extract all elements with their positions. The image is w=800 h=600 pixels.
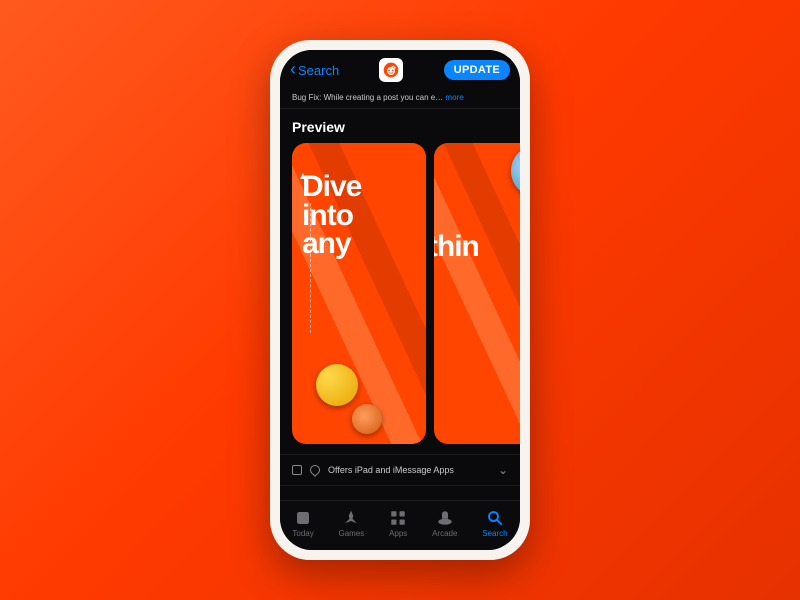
app-icon[interactable] bbox=[379, 58, 403, 82]
tab-search[interactable]: Search bbox=[482, 509, 507, 538]
arcade-icon bbox=[436, 509, 454, 527]
tab-apps[interactable]: Apps bbox=[389, 509, 407, 538]
card-2-headline: thin bbox=[434, 233, 520, 262]
avatar-bubble bbox=[316, 364, 358, 406]
apps-icon bbox=[389, 509, 407, 527]
release-notes-text: Bug Fix: While creating a post you can e… bbox=[292, 93, 443, 102]
section-fade bbox=[280, 486, 520, 500]
update-button[interactable]: UPDATE bbox=[444, 60, 510, 80]
phone-frame: ‹ Search UPDATE Bug Fix: While c bbox=[270, 40, 530, 560]
release-notes-line[interactable]: Bug Fix: While creating a post you can e… bbox=[280, 90, 520, 109]
chevron-down-icon: ⌄ bbox=[498, 463, 508, 477]
imessage-icon bbox=[310, 465, 320, 475]
tab-label: Games bbox=[339, 529, 365, 538]
preview-card-1[interactable]: ▲ Dive into any bbox=[292, 143, 426, 444]
preview-carousel[interactable]: ▲ Dive into any thin r/ bbox=[280, 143, 520, 454]
offers-text: Offers iPad and iMessage Apps bbox=[328, 465, 454, 475]
search-icon bbox=[486, 509, 504, 527]
preview-heading: Preview bbox=[280, 109, 520, 143]
chevron-left-icon: ‹ bbox=[290, 60, 296, 78]
tab-today[interactable]: Today bbox=[292, 509, 313, 538]
back-label: Search bbox=[298, 63, 339, 78]
tab-label: Today bbox=[292, 529, 313, 538]
stripe-decor bbox=[434, 143, 520, 444]
card-1-headline: Dive into any bbox=[302, 173, 422, 259]
ipad-icon bbox=[292, 465, 302, 475]
tab-games[interactable]: Games bbox=[339, 509, 365, 538]
today-icon bbox=[294, 509, 312, 527]
avatar-bubble bbox=[352, 404, 382, 434]
tab-label: Apps bbox=[389, 529, 407, 538]
tab-label: Arcade bbox=[432, 529, 457, 538]
preview-card-2[interactable]: thin r/ bbox=[434, 143, 520, 444]
games-icon bbox=[342, 509, 360, 527]
more-link[interactable]: more bbox=[445, 93, 463, 102]
navbar: ‹ Search UPDATE bbox=[280, 50, 520, 90]
tab-arcade[interactable]: Arcade bbox=[432, 509, 457, 538]
tab-label: Search bbox=[482, 529, 507, 538]
tab-bar: Today Games Apps Arcade Search bbox=[280, 500, 520, 550]
back-button[interactable]: ‹ Search bbox=[290, 62, 339, 78]
offers-row[interactable]: Offers iPad and iMessage Apps ⌄ bbox=[280, 454, 520, 486]
screen: ‹ Search UPDATE Bug Fix: While c bbox=[280, 50, 520, 550]
reddit-icon bbox=[383, 62, 399, 78]
update-label: UPDATE bbox=[454, 64, 500, 76]
